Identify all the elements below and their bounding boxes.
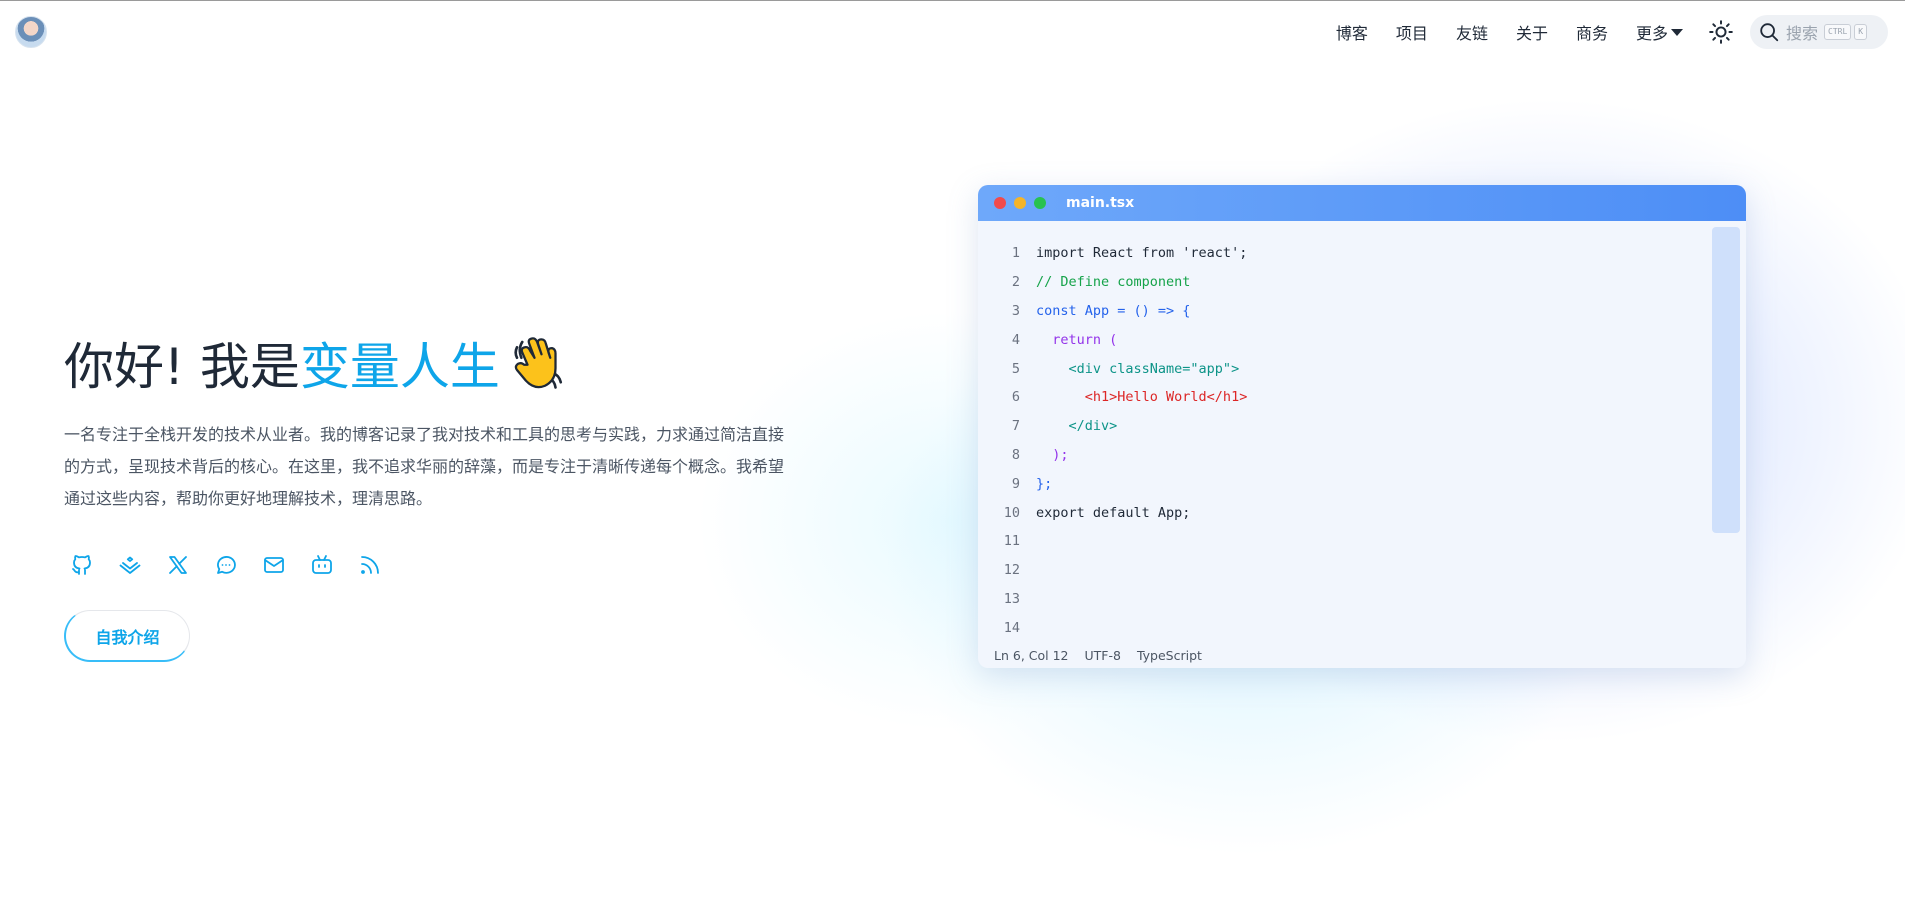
code-line: 1 import React from 'react'; <box>978 239 1746 268</box>
chat-link[interactable] <box>214 553 238 577</box>
rss-icon <box>361 556 379 574</box>
code-text: </div> <box>1036 418 1118 435</box>
site-header: 博客 项目 友链 关于 商务 更多 搜索 CTRL K <box>0 1 1905 61</box>
line-number: 7 <box>1011 418 1020 435</box>
code-editor: 1 import React from 'react'; 2 // Define co… <box>978 221 1746 642</box>
code-text: ); <box>1036 446 1069 463</box>
bilibili-icon <box>312 555 332 574</box>
rss-link[interactable] <box>358 553 382 577</box>
code-text: const App = () => { <box>1036 302 1191 319</box>
nav-item-business[interactable]: 商务 <box>1576 20 1608 44</box>
search-placeholder: 搜索 <box>1786 24 1819 43</box>
nav-item-friends[interactable]: 友链 <box>1456 20 1488 44</box>
code-line: 3 const App = () => { <box>978 297 1746 326</box>
shortcut-ctrl-key: CTRL <box>1824 24 1852 40</box>
code-line: 13 <box>978 585 1746 614</box>
code-line: 10 export default App; <box>978 498 1746 527</box>
line-number: 5 <box>1011 360 1020 377</box>
code-filename: main.tsx <box>1066 195 1135 211</box>
x-twitter-link[interactable] <box>166 553 190 577</box>
github-icon <box>72 555 91 575</box>
sun-icon <box>1709 20 1733 44</box>
hero-name: 变量人生 <box>299 338 500 396</box>
code-line: 5 <div className="app"> <box>978 354 1746 383</box>
status-language: TypeScript <box>1136 647 1202 663</box>
minimize-dot-icon <box>1014 197 1026 209</box>
code-line: 2 // Define component <box>978 268 1746 297</box>
mail-link[interactable] <box>262 553 286 577</box>
line-number: 4 <box>1011 331 1020 348</box>
code-text: }; <box>1036 475 1053 492</box>
search-button[interactable]: 搜索 CTRL K <box>1750 15 1888 49</box>
code-line: 14 <box>978 613 1746 642</box>
juejin-icon <box>119 556 141 574</box>
hero-description: 一名专注于全栈开发的技术从业者。我的博客记录了我对技术和工具的思考与实践，力求通… <box>64 425 785 508</box>
nav-item-more[interactable]: 更多 <box>1636 20 1683 44</box>
code-line: 11 <box>978 527 1746 556</box>
code-text: import React from 'react'; <box>1036 245 1248 262</box>
x-twitter-icon <box>169 556 187 574</box>
code-titlebar: main.tsx <box>978 185 1746 221</box>
line-number: 8 <box>1011 446 1020 463</box>
github-link[interactable] <box>70 553 94 577</box>
main-nav: 博客 项目 友链 关于 商务 更多 <box>1308 20 1683 44</box>
line-number: 10 <box>1003 504 1020 521</box>
caret-down-icon <box>1671 28 1683 36</box>
nav-item-blog[interactable]: 博客 <box>1336 20 1368 44</box>
search-icon <box>1760 23 1779 42</box>
code-line: 4 return ( <box>978 325 1746 354</box>
code-line: 8 ); <box>978 441 1746 470</box>
code-text: export default App; <box>1036 504 1191 521</box>
hero-greeting: 你好! 我是 <box>64 338 300 396</box>
chat-bubble-icon <box>217 556 236 574</box>
bilibili-link[interactable] <box>310 553 334 577</box>
page: 博客 项目 友链 关于 商务 更多 搜索 CTRL K 你好! 我是 变量人生 … <box>0 0 1905 917</box>
line-number: 9 <box>1011 475 1020 492</box>
intro-button[interactable]: 自我介绍 <box>64 610 190 662</box>
code-status-bar: Ln 6, Col 12 UTF-8 TypeScript <box>978 642 1746 668</box>
hero-title: 你好! 我是 变量人生 <box>64 327 566 399</box>
status-encoding: UTF-8 <box>1084 647 1121 663</box>
line-number: 11 <box>1003 533 1020 550</box>
code-window: main.tsx 1 import React from 'react'; 2 // … <box>978 185 1746 668</box>
line-number: 13 <box>1003 590 1020 607</box>
line-number: 6 <box>1011 389 1020 406</box>
nav-item-projects[interactable]: 项目 <box>1396 20 1428 44</box>
nav-item-more-label: 更多 <box>1635 24 1668 43</box>
code-line: 12 <box>978 556 1746 585</box>
close-dot-icon <box>994 197 1006 209</box>
juejin-link[interactable] <box>118 553 142 577</box>
waving-hand-icon <box>514 337 562 389</box>
code-scrollbar[interactable] <box>1712 227 1740 533</box>
line-number: 2 <box>1011 274 1020 291</box>
code-text: // Define component <box>1036 274 1191 291</box>
mail-icon <box>264 557 284 573</box>
avatar[interactable] <box>15 16 47 48</box>
code-line: 6 <h1>Hello World</h1> <box>978 383 1746 412</box>
maximize-dot-icon <box>1034 197 1046 209</box>
code-line: 7 </div> <box>978 412 1746 441</box>
theme-toggle-button[interactable] <box>1708 19 1734 45</box>
line-number: 12 <box>1003 562 1020 579</box>
code-text: <div className="app"> <box>1036 360 1240 377</box>
code-text: return ( <box>1036 331 1118 348</box>
code-line: 9}; <box>978 469 1746 498</box>
status-position: Ln 6, Col 12 <box>994 647 1069 663</box>
social-links <box>70 553 382 577</box>
line-number: 14 <box>1003 619 1020 636</box>
line-number: 1 <box>1011 245 1020 262</box>
shortcut-k-key: K <box>1854 24 1868 40</box>
line-number: 3 <box>1011 302 1020 319</box>
code-text: <h1>Hello World</h1> <box>1036 389 1248 406</box>
nav-item-about[interactable]: 关于 <box>1516 20 1548 44</box>
